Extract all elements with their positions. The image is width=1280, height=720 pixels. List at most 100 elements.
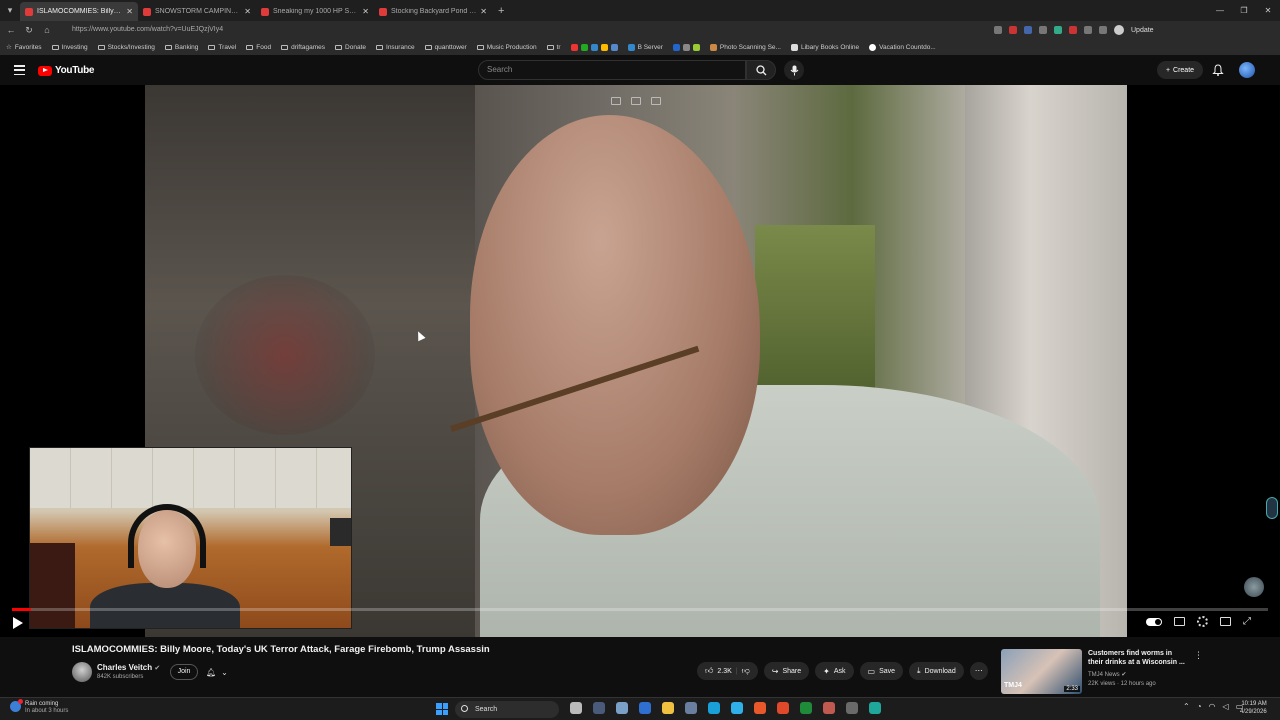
bookmark-library-books[interactable]: Libary Books Online bbox=[790, 43, 859, 51]
channel-name[interactable]: Charles Veitch ✔ bbox=[97, 663, 160, 672]
ask-button[interactable]: ✦ Ask bbox=[815, 662, 854, 680]
app-icon[interactable] bbox=[869, 702, 881, 714]
miniplayer-icon[interactable] bbox=[1220, 617, 1231, 626]
bookmark-folder[interactable]: Investing bbox=[51, 44, 88, 51]
bookmark-photo-scanning[interactable]: Photo Scanning Se... bbox=[709, 43, 781, 51]
youtube-logo[interactable]: YouTube bbox=[38, 65, 95, 76]
side-widget[interactable] bbox=[1266, 497, 1278, 519]
edge-app-icon[interactable] bbox=[731, 702, 743, 714]
recommended-video-title[interactable]: Customers find worms in their drinks at … bbox=[1088, 649, 1188, 667]
file-explorer-icon[interactable] bbox=[662, 702, 674, 714]
bookmark-favorites[interactable]: ☆ Favorites bbox=[6, 43, 42, 52]
recommended-video-thumbnail[interactable]: TMJ4 2:33 bbox=[1001, 649, 1082, 694]
more-actions-icon[interactable]: ⋯ bbox=[969, 662, 988, 680]
restore-icon[interactable]: ❐ bbox=[1232, 0, 1256, 21]
close-window-icon[interactable]: ✕ bbox=[1256, 0, 1280, 21]
bookmark-folder[interactable]: Insurance bbox=[376, 44, 415, 51]
bookmark-folder[interactable]: driftagames bbox=[281, 44, 325, 51]
extension-icon[interactable] bbox=[1039, 26, 1047, 34]
channel-avatar[interactable] bbox=[72, 662, 92, 682]
video-player[interactable]: ⤢ bbox=[0, 85, 1280, 637]
voice-search-button[interactable] bbox=[784, 60, 804, 80]
mail-app-icon[interactable] bbox=[639, 702, 651, 714]
autoplay-toggle[interactable] bbox=[1146, 617, 1162, 626]
media-app-icon[interactable] bbox=[823, 702, 835, 714]
notifications-bell-icon[interactable] bbox=[1212, 64, 1224, 76]
url-field[interactable]: https://www.youtube.com/watch?v=UuEJQzjV… bbox=[66, 23, 986, 37]
thumbs-down-icon[interactable]: 👎︎ bbox=[742, 666, 750, 676]
capture-icon[interactable] bbox=[631, 97, 641, 105]
settings-gear-icon[interactable] bbox=[1197, 616, 1208, 627]
pip-icon[interactable] bbox=[611, 97, 621, 105]
home-icon[interactable]: ⌂ bbox=[42, 25, 52, 35]
refresh-icon[interactable]: ↻ bbox=[24, 25, 34, 36]
menu-hamburger-icon[interactable] bbox=[14, 65, 25, 75]
minimize-icon[interactable]: — bbox=[1208, 0, 1232, 21]
task-view-icon[interactable] bbox=[593, 702, 605, 714]
profile-avatar[interactable] bbox=[1114, 25, 1124, 35]
recommended-channel-name[interactable]: TMJ4 News ✔ bbox=[1088, 671, 1126, 678]
thumbs-up-icon[interactable]: 👍︎ bbox=[705, 666, 713, 676]
windows-start-icon[interactable] bbox=[436, 703, 448, 715]
widgets-icon[interactable] bbox=[570, 702, 582, 714]
bookmark-b-server[interactable]: B Server bbox=[627, 43, 663, 51]
extension-icon[interactable] bbox=[1084, 26, 1092, 34]
extension-icon[interactable] bbox=[1054, 26, 1062, 34]
search-button[interactable] bbox=[746, 60, 776, 80]
bookmark-folder[interactable]: Stocks/Investing bbox=[97, 44, 155, 51]
weather-widget[interactable]: Rain coming In about 3 hours bbox=[10, 699, 68, 715]
back-icon[interactable]: ← bbox=[6, 25, 16, 35]
close-tab-icon[interactable]: ✕ bbox=[480, 7, 487, 16]
volume-icon[interactable]: ◁ bbox=[1223, 702, 1229, 711]
bookmark-folder[interactable]: quanttower bbox=[424, 44, 467, 51]
bookmark-vacation-countdown[interactable]: Vacation Countdo... bbox=[869, 43, 936, 51]
captions-icon[interactable] bbox=[1174, 617, 1185, 626]
bookmark-folder[interactable]: tr bbox=[546, 44, 561, 51]
share-button[interactable]: ↪ Share bbox=[763, 662, 810, 680]
extension-icon[interactable] bbox=[994, 26, 1002, 34]
fullscreen-icon[interactable]: ⤢ bbox=[1243, 616, 1251, 627]
account-avatar[interactable] bbox=[1239, 62, 1255, 78]
browser-tab-1[interactable]: ISLAMOCOMMIES: Billy Moore, To ✕ bbox=[20, 2, 138, 21]
extension-icon[interactable] bbox=[1009, 26, 1017, 34]
close-tab-icon[interactable]: ✕ bbox=[244, 7, 251, 16]
tab-actions-menu-icon[interactable]: ▾ bbox=[0, 0, 20, 21]
extension-icon[interactable] bbox=[1024, 26, 1032, 34]
search-input[interactable]: Search bbox=[478, 60, 746, 80]
video-progress-bar[interactable] bbox=[12, 608, 1268, 611]
taskbar-search[interactable]: Search bbox=[455, 701, 559, 718]
recommendation-menu-icon[interactable]: ⋮ bbox=[1194, 650, 1203, 661]
extension-icon[interactable] bbox=[1069, 26, 1077, 34]
firefox-app-icon[interactable] bbox=[754, 702, 766, 714]
network-icon[interactable]: ◔ bbox=[1197, 702, 1202, 711]
floating-assistant-icon[interactable] bbox=[1244, 577, 1264, 597]
calculator-app-icon[interactable] bbox=[685, 702, 697, 714]
settings-app-icon[interactable] bbox=[616, 702, 628, 714]
create-button[interactable]: + Create bbox=[1157, 61, 1203, 79]
taskbar-clock[interactable]: 10:19 AM 4/29/2026 bbox=[1240, 700, 1267, 716]
app-icon[interactable] bbox=[846, 702, 858, 714]
brave-app-icon[interactable] bbox=[777, 702, 789, 714]
join-button[interactable]: Join bbox=[170, 664, 198, 680]
subscription-bell-button[interactable]: 🔔︎ ⌄ bbox=[206, 664, 236, 680]
close-tab-icon[interactable]: ✕ bbox=[362, 7, 369, 16]
browser-tab-2[interactable]: SNOWSTORM CAMPING IN A VA ✕ bbox=[138, 2, 256, 21]
bookmark-folder[interactable]: Music Production bbox=[476, 44, 537, 51]
edge-browser-icon[interactable] bbox=[708, 702, 720, 714]
bookmark-folder[interactable]: Donate bbox=[335, 44, 366, 51]
bookmark-folder[interactable]: Travel bbox=[208, 44, 236, 51]
close-tab-icon[interactable]: ✕ bbox=[126, 7, 133, 16]
chevron-up-icon[interactable]: ⌃ bbox=[1183, 702, 1190, 711]
like-count[interactable]: 2.3K bbox=[717, 668, 731, 675]
save-button[interactable]: ▭ Save bbox=[859, 662, 904, 680]
download-button[interactable]: ⤓ Download bbox=[909, 662, 964, 680]
favorites-star-icon[interactable] bbox=[1099, 26, 1107, 34]
bookmark-icons-group[interactable] bbox=[570, 43, 618, 51]
bookmark-folder[interactable]: Food bbox=[246, 44, 271, 51]
browser-tab-3[interactable]: Sneaking my 1000 HP SUPRA wh ✕ bbox=[256, 2, 374, 21]
play-icon[interactable] bbox=[12, 616, 24, 630]
update-button[interactable]: Update bbox=[1131, 27, 1154, 34]
wifi-icon[interactable]: ◠ bbox=[1209, 702, 1216, 711]
bookmark-icons-group-2[interactable] bbox=[672, 43, 700, 51]
bookmark-folder[interactable]: Banking bbox=[164, 44, 198, 51]
